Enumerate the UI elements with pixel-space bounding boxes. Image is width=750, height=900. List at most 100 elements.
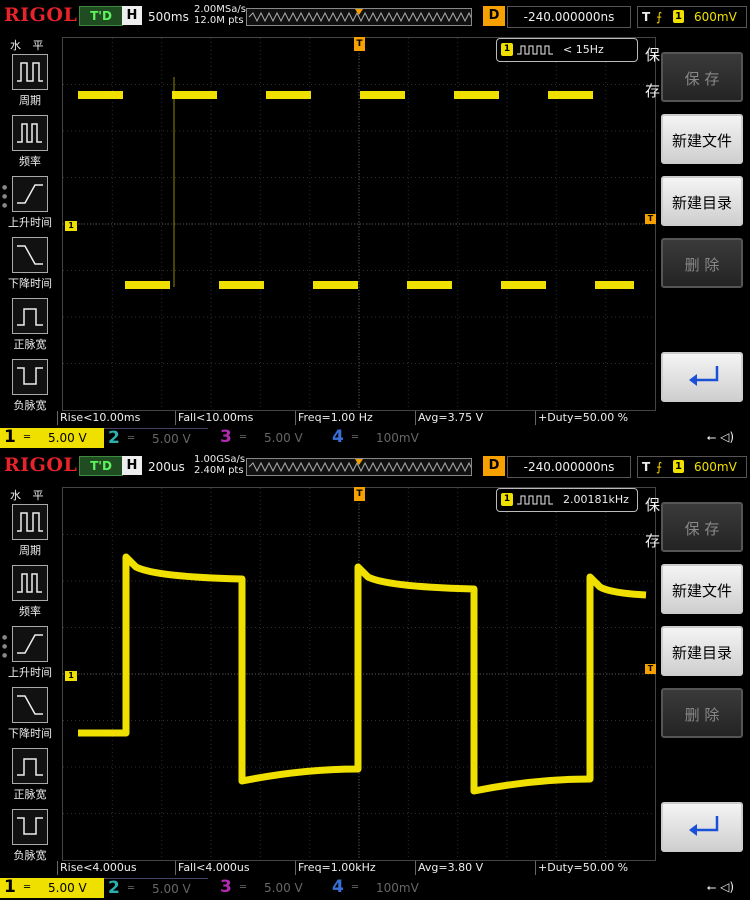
- menu-frequency[interactable]: 频率: [8, 115, 52, 171]
- timebase-value[interactable]: 200us: [148, 460, 185, 474]
- waveform-segment: [172, 91, 217, 99]
- memory-overview-waveform: [248, 9, 471, 23]
- waveform-segment: [548, 91, 593, 99]
- channel-4-tab[interactable]: 4 ═ 100mV: [328, 427, 432, 448]
- channel-bar: 1 ═ 5.00 V 2 ═ 5.00 V 3 ═ 5.00 V 4 ═ 100…: [0, 427, 750, 449]
- new-directory-button[interactable]: 新建目录: [661, 176, 743, 226]
- menu-negative-width[interactable]: 负脉宽: [8, 359, 52, 415]
- new-directory-button[interactable]: 新建目录: [661, 626, 743, 676]
- pulse-icon: [517, 495, 553, 505]
- menu-fall-time[interactable]: 下降时间: [8, 237, 52, 293]
- channel-4-tab[interactable]: 4 ═ 100mV: [328, 877, 432, 898]
- trigger-settings[interactable]: T ⨍ 1 600mV: [637, 6, 747, 28]
- waveform-segment: [78, 91, 123, 99]
- menu-item-label: 下降时间: [8, 277, 52, 290]
- ch1-offset-marker[interactable]: 1: [65, 221, 77, 231]
- menu-item-label: 周期: [19, 544, 41, 557]
- channel-4-number: 4: [332, 427, 344, 447]
- menu-frequency[interactable]: 频率: [8, 565, 52, 621]
- horizontal-trigger-marker[interactable]: T: [354, 487, 365, 501]
- ch1-waveform: [78, 553, 647, 795]
- rigol-logo: RIGOL: [4, 4, 78, 26]
- delay-value[interactable]: -240.000000ns: [507, 456, 631, 478]
- trigger-level-marker[interactable]: T: [645, 214, 656, 224]
- trigger-label: T: [642, 460, 651, 474]
- save-button[interactable]: 保 存: [661, 502, 743, 552]
- return-button[interactable]: [661, 802, 743, 852]
- ch1-offset-marker[interactable]: 1: [65, 671, 77, 681]
- sample-rate: 1.00GSa/s: [194, 454, 246, 465]
- delay-label[interactable]: D: [483, 456, 505, 476]
- frequency-icon: [12, 115, 48, 151]
- channel-4-scale: 100mV: [376, 431, 419, 445]
- measure-rise: Rise<4.000us: [57, 861, 176, 875]
- memory-overview-bar[interactable]: [246, 458, 472, 476]
- menu-item-label: 负脉宽: [13, 849, 47, 862]
- counter-source-badge: 1: [501, 43, 513, 56]
- measure-duty: +Duty=50.00 %: [535, 861, 656, 875]
- menu-period[interactable]: 周期: [8, 54, 52, 110]
- measure-fall: Fall<4.000us: [175, 861, 296, 875]
- dc-coupling-icon: ═: [128, 883, 135, 894]
- channel-2-tab[interactable]: 2 ═ 5.00 V: [104, 428, 208, 449]
- measure-duty: +Duty=50.00 %: [535, 411, 656, 425]
- memory-depth: 2.40M pts: [194, 465, 244, 476]
- measure-avg: Avg=3.80 V: [415, 861, 536, 875]
- save-menu-label-2: 存: [645, 82, 661, 100]
- counter-source-badge: 1: [501, 493, 513, 506]
- measure-avg: Avg=3.75 V: [415, 411, 536, 425]
- trigger-level: 600mV: [694, 10, 737, 24]
- menu-rise-time[interactable]: 上升时间: [8, 176, 52, 232]
- new-file-button[interactable]: 新建文件: [661, 564, 743, 614]
- horizontal-label[interactable]: H: [122, 6, 142, 25]
- trigger-source-badge: 1: [673, 10, 684, 23]
- rising-edge-icon: ⨍: [656, 460, 663, 474]
- measure-menu-title: 水 平: [10, 489, 48, 502]
- menu-negative-width[interactable]: 负脉宽: [8, 809, 52, 865]
- negative-width-icon: [12, 359, 48, 395]
- dc-coupling-icon: ═: [24, 882, 31, 893]
- channel-2-scale: 5.00 V: [152, 882, 191, 896]
- channel-3-tab[interactable]: 3 ═ 5.00 V: [216, 877, 320, 898]
- channel-4-scale: 100mV: [376, 881, 419, 895]
- menu-page-dots: ● ● ●: [2, 634, 8, 659]
- channel-3-number: 3: [220, 427, 232, 447]
- scope-screen: RIGOL T'D H 200us 1.00GSa/s 2.40M pts D …: [0, 450, 750, 900]
- rise-time-icon: [12, 626, 48, 662]
- menu-rise-time[interactable]: 上升时间: [8, 626, 52, 682]
- menu-fall-time[interactable]: 下降时间: [8, 687, 52, 743]
- save-menu-label-1: 保: [645, 46, 661, 64]
- dc-coupling-icon: ═: [352, 432, 359, 443]
- horizontal-label[interactable]: H: [122, 456, 142, 475]
- scope-screen: RIGOL T'D H 500ms 2.00MSa/s 12.0M pts D …: [0, 0, 750, 450]
- save-menu-label-1: 保: [645, 496, 661, 514]
- channel-1-tab[interactable]: 1 ═ 5.00 V: [0, 427, 104, 448]
- memory-overview-bar[interactable]: [246, 8, 472, 26]
- return-button[interactable]: [661, 352, 743, 402]
- channel-2-tab[interactable]: 2 ═ 5.00 V: [104, 878, 208, 899]
- delete-button[interactable]: 删 除: [661, 688, 743, 738]
- delay-label[interactable]: D: [483, 6, 505, 26]
- menu-item-label: 下降时间: [8, 727, 52, 740]
- delay-value[interactable]: -240.000000ns: [507, 6, 631, 28]
- menu-positive-width[interactable]: 正脉宽: [8, 748, 52, 804]
- horizontal-trigger-marker[interactable]: T: [354, 37, 365, 51]
- trigger-level-marker[interactable]: T: [645, 664, 656, 674]
- channel-2-scale: 5.00 V: [152, 432, 191, 446]
- waveform-segment: [454, 91, 499, 99]
- measurement-bar: Rise<10.00ms Fall<10.00ms Freq=1.00 Hz A…: [57, 411, 655, 425]
- waveform-segment: [407, 281, 452, 289]
- delete-button[interactable]: 删 除: [661, 238, 743, 288]
- trigger-status-badge[interactable]: T'D: [79, 456, 123, 476]
- measure-freq: Freq=1.00kHz: [295, 861, 416, 875]
- channel-3-tab[interactable]: 3 ═ 5.00 V: [216, 427, 320, 448]
- trigger-status-badge[interactable]: T'D: [79, 6, 123, 26]
- save-button[interactable]: 保 存: [661, 52, 743, 102]
- trigger-settings[interactable]: T ⨍ 1 600mV: [637, 456, 747, 478]
- menu-period[interactable]: 周期: [8, 504, 52, 560]
- menu-positive-width[interactable]: 正脉宽: [8, 298, 52, 354]
- new-file-button[interactable]: 新建文件: [661, 114, 743, 164]
- timebase-value[interactable]: 500ms: [148, 10, 189, 24]
- channel-1-tab[interactable]: 1 ═ 5.00 V: [0, 877, 104, 898]
- channel-3-scale: 5.00 V: [264, 431, 303, 445]
